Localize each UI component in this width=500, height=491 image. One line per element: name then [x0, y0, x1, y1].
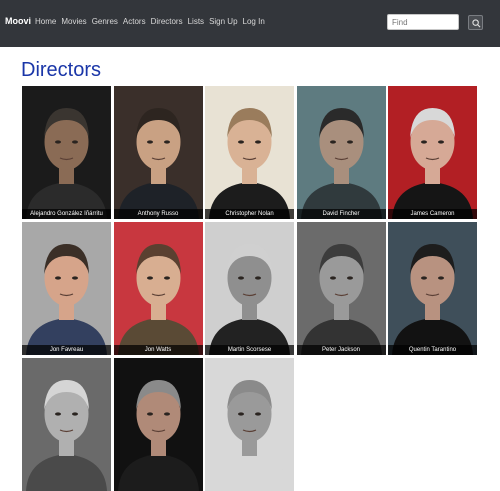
- director-photo: [388, 222, 477, 355]
- director-photo: [22, 358, 111, 491]
- director-photo: [205, 86, 294, 219]
- director-photo: [22, 222, 111, 355]
- nav-link-actors[interactable]: Actors: [123, 17, 146, 26]
- nav-link-directors[interactable]: Directors: [151, 17, 183, 26]
- director-photo: [22, 86, 111, 219]
- director-name[interactable]: Christopher Nolan: [205, 209, 294, 219]
- search-input[interactable]: [387, 14, 459, 30]
- nav-links: Home Movies Genres Actors Directors List…: [35, 17, 270, 26]
- director-photo: [205, 358, 294, 491]
- director-card[interactable]: Martin Scorsese: [205, 222, 294, 355]
- director-card[interactable]: James Cameron: [388, 86, 477, 219]
- search-icon: [472, 19, 481, 28]
- director-card[interactable]: Quentin Tarantino: [388, 222, 477, 355]
- director-photo: [296, 86, 386, 219]
- director-name[interactable]: Quentin Tarantino: [388, 345, 477, 355]
- nav-link-movies[interactable]: Movies: [61, 17, 86, 26]
- director-name[interactable]: Anthony Russo: [113, 209, 203, 219]
- director-name[interactable]: Peter Jackson: [296, 345, 386, 355]
- director-card[interactable]: Peter Jackson: [296, 222, 386, 355]
- director-photo: [296, 222, 386, 355]
- director-name[interactable]: Jon Favreau: [22, 345, 111, 355]
- brand-logo[interactable]: Moovi: [5, 16, 31, 26]
- nav-link-sign-up[interactable]: Sign Up: [209, 17, 237, 26]
- director-card[interactable]: [113, 358, 203, 491]
- nav-link-log-in[interactable]: Log In: [243, 17, 265, 26]
- director-photo: [388, 86, 477, 219]
- director-card[interactable]: David Fincher: [296, 86, 386, 219]
- top-navbar: Moovi Home Movies Genres Actors Director…: [0, 0, 500, 47]
- director-name[interactable]: Martin Scorsese: [205, 345, 294, 355]
- search-button[interactable]: [468, 15, 483, 30]
- nav-link-lists[interactable]: Lists: [188, 17, 204, 26]
- director-name[interactable]: David Fincher: [296, 209, 386, 219]
- page-title: Directors: [21, 59, 102, 81]
- director-photo: [113, 358, 203, 491]
- director-card[interactable]: Christopher Nolan: [205, 86, 294, 219]
- director-name[interactable]: Jon Watts: [113, 345, 203, 355]
- nav-link-home[interactable]: Home: [35, 17, 56, 26]
- director-name[interactable]: James Cameron: [388, 209, 477, 219]
- director-photo: [205, 222, 294, 355]
- director-card[interactable]: Anthony Russo: [113, 86, 203, 219]
- director-card[interactable]: [205, 358, 294, 491]
- director-card[interactable]: Jon Watts: [113, 222, 203, 355]
- director-card[interactable]: Alejandro González Iñárritu: [22, 86, 111, 219]
- director-card[interactable]: Jon Favreau: [22, 222, 111, 355]
- director-card[interactable]: [22, 358, 111, 491]
- director-photo: [113, 86, 203, 219]
- nav-link-genres[interactable]: Genres: [92, 17, 118, 26]
- director-name[interactable]: Alejandro González Iñárritu: [22, 209, 111, 219]
- director-photo: [113, 222, 203, 355]
